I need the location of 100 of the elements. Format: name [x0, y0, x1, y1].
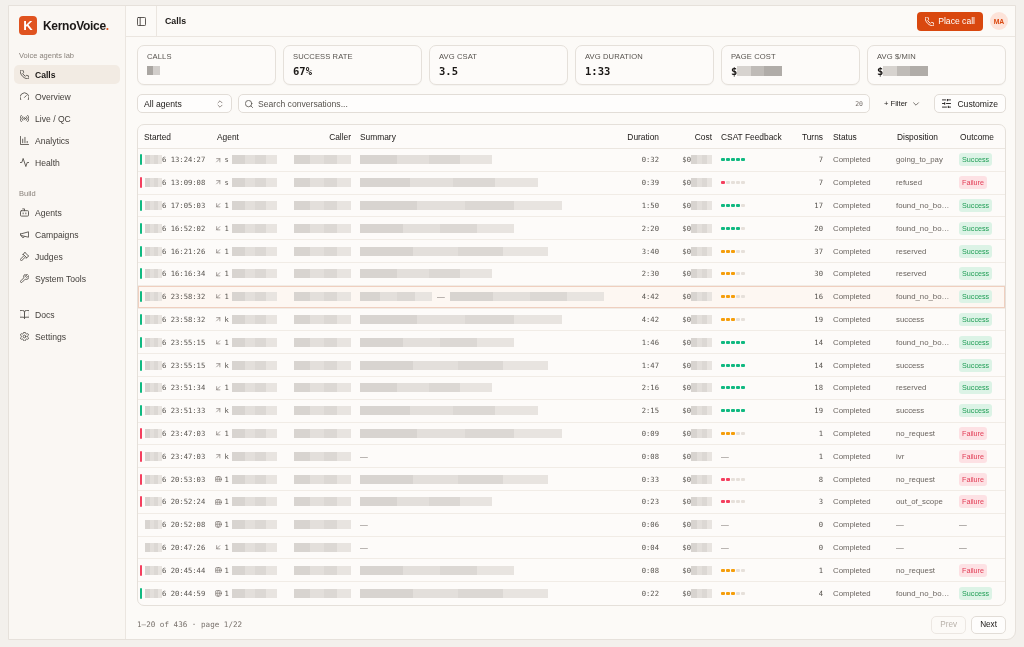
redacted-text: [294, 497, 351, 507]
column-header: Caller: [328, 131, 352, 142]
next-button[interactable]: Next: [971, 615, 1006, 634]
nav-item[interactable]: Agents: [14, 203, 120, 222]
chevron-up-down-icon: [216, 99, 224, 108]
robot-icon: [20, 208, 29, 217]
redacted-text: [294, 428, 351, 438]
arrow-down-left-icon: [215, 270, 222, 278]
nav-item[interactable]: Judges: [14, 247, 120, 266]
nav-item[interactable]: Live / QC: [14, 109, 120, 128]
redacted-text: [145, 246, 162, 256]
nav-item[interactable]: Campaigns: [14, 225, 120, 244]
redacted-text: [231, 565, 277, 575]
redacted-text: [691, 451, 712, 461]
redacted-text: [691, 155, 712, 165]
redacted-text: [294, 155, 351, 165]
redacted-text: [145, 269, 162, 279]
redacted-text: [294, 178, 351, 188]
redacted-text: [294, 223, 351, 233]
nav-item[interactable]: Analytics: [14, 131, 120, 150]
redacted-text: [145, 406, 162, 416]
redacted-text: [294, 474, 351, 484]
redacted-text: [145, 178, 162, 188]
nav-item[interactable]: System Tools: [14, 269, 120, 288]
redacted-text: [294, 520, 351, 530]
stat-value: $: [731, 64, 738, 77]
broadcast-icon: [20, 114, 29, 123]
redacted-text: [691, 360, 712, 370]
redacted-text: [691, 428, 712, 438]
pulse-icon: [20, 158, 29, 167]
column-header: Turns: [800, 131, 824, 142]
column-header: Duration: [626, 131, 660, 142]
book-icon: [20, 310, 29, 319]
sliders-icon: [942, 99, 952, 108]
redacted-text: [231, 314, 277, 324]
arrow-up-right-icon: [215, 156, 222, 164]
globe-icon: [215, 590, 222, 597]
redacted-text: [294, 451, 351, 461]
column-header: Started: [143, 131, 172, 142]
redacted-text: [145, 155, 162, 165]
globe-icon: [215, 498, 222, 506]
redacted-text: [294, 246, 351, 256]
column-header: Agent: [216, 131, 240, 142]
nav-item[interactable]: Settings: [14, 327, 120, 346]
globe-icon: [215, 475, 222, 483]
redacted-text: [691, 497, 712, 507]
arrow-up-right-icon: [215, 179, 222, 186]
redacted-text: [294, 360, 351, 370]
redacted-text: [145, 383, 162, 393]
nav-item[interactable]: Calls: [14, 65, 120, 84]
arrow-up-right-icon: [215, 453, 222, 460]
redacted-text: [294, 337, 351, 347]
redacted-text: [294, 314, 351, 324]
stat-value: 3.5: [439, 64, 458, 77]
redacted-text: [360, 292, 432, 302]
redacted-text: [691, 292, 712, 302]
redacted-text: [691, 178, 712, 188]
redacted-text: [145, 542, 162, 552]
phone-icon: [20, 70, 29, 79]
redacted-text: [294, 383, 351, 393]
page-title: Calls: [165, 16, 188, 26]
redacted-text: [294, 542, 351, 552]
nav-item[interactable]: Health: [14, 153, 120, 172]
sidebar-toggle-icon[interactable]: [136, 16, 146, 26]
arrow-down-left-icon: [215, 384, 222, 392]
redacted-text: [231, 428, 277, 438]
redacted-text: [231, 360, 277, 370]
redacted-text: [231, 223, 277, 233]
redacted-text: [691, 520, 712, 530]
redacted-text: [145, 314, 162, 324]
arrow-up-right-icon: [215, 316, 222, 323]
chevron-down-icon: [912, 99, 921, 108]
redacted-text: [231, 542, 277, 552]
arrow-down-left-icon: [215, 430, 222, 437]
redacted-text: [691, 565, 712, 575]
redacted-text: [691, 383, 712, 393]
nav-item[interactable]: Overview: [14, 87, 120, 106]
wrench-icon: [20, 274, 29, 283]
redacted-text: [145, 474, 162, 484]
brand-name: KernoVoice.: [43, 18, 109, 33]
gavel-icon: [20, 252, 29, 261]
redacted-text: [294, 589, 351, 599]
nav-item[interactable]: Docs: [14, 305, 120, 324]
agent-select[interactable]: All agents: [137, 94, 232, 113]
stat-value: 1:33: [585, 64, 611, 77]
redacted-text: [145, 565, 162, 575]
settings-icon: [20, 332, 29, 341]
customize-button[interactable]: Customize: [934, 94, 1006, 113]
globe-icon: [215, 567, 222, 574]
place-call-button[interactable]: Place call: [917, 11, 983, 31]
redacted-text: [231, 474, 277, 484]
redacted-text: [294, 269, 351, 279]
brand-logo: K: [19, 16, 37, 35]
redacted-text: [691, 201, 712, 210]
redacted-text: [231, 451, 277, 461]
redacted-text: [145, 520, 162, 530]
redacted-text: [691, 337, 712, 347]
phone-icon: [925, 16, 935, 26]
redacted-text: [294, 406, 351, 416]
redacted-text: [231, 520, 277, 530]
